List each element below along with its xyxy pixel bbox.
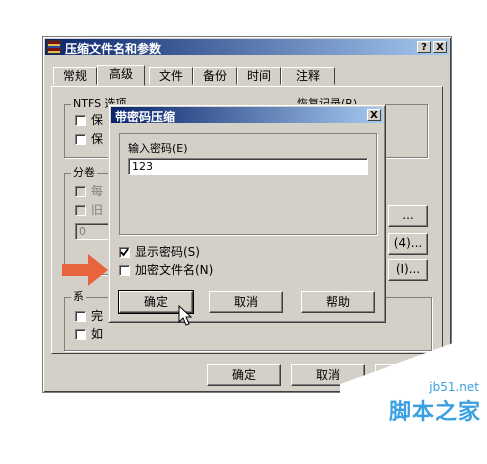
side-button-2[interactable]: (4)... — [388, 233, 428, 255]
side-button-3[interactable]: (I)... — [388, 259, 428, 281]
window-title-bar: 压缩文件名和参数 ? X — [45, 39, 449, 56]
tab-backup[interactable]: 备份 — [193, 67, 237, 85]
ntfs-option-1-label: 保 — [91, 113, 104, 127]
tab-comment[interactable]: 注释 — [281, 67, 335, 85]
ntfs-option-1-checkbox[interactable] — [75, 115, 86, 126]
ntfs-option-2-label: 保 — [91, 132, 104, 146]
password-input[interactable]: 123 — [128, 158, 368, 175]
system-option-1-label: 完 — [91, 309, 104, 323]
close-title-button[interactable]: X — [433, 41, 447, 53]
tab-general[interactable]: 常规 — [53, 67, 97, 85]
system-option-2-label: 如 — [91, 327, 104, 341]
winrar-app-icon — [47, 40, 61, 54]
window-title: 压缩文件名和参数 — [65, 42, 162, 56]
system-options-caption: 系 — [71, 290, 86, 304]
show-password-label: 显示密码(S) — [135, 245, 200, 259]
encrypt-filenames-checkbox[interactable] — [119, 265, 130, 276]
show-password-checkbox[interactable] — [119, 247, 130, 258]
dialog-close-button[interactable]: X — [367, 109, 381, 121]
split-option-2-label: 旧 — [91, 203, 104, 217]
mouse-cursor-icon — [178, 305, 193, 326]
dialog-cancel-button[interactable]: 取消 — [209, 291, 283, 313]
help-title-button[interactable]: ? — [417, 41, 431, 53]
password-label: 输入密码(E) — [128, 142, 188, 155]
side-button-1[interactable]: ... — [388, 205, 428, 227]
watermark-url: jb51.net — [429, 380, 479, 394]
main-ok-button[interactable]: 确定 — [207, 364, 281, 386]
dialog-title-bar: 带密码压缩 X — [111, 107, 383, 124]
split-option-1-checkbox[interactable] — [75, 186, 86, 197]
tab-advanced[interactable]: 高级 — [97, 65, 145, 86]
system-option-2-checkbox[interactable] — [75, 329, 86, 340]
encrypt-filenames-label: 加密文件名(N) — [135, 263, 214, 277]
watermark-site-name: 脚本之家 — [388, 400, 481, 425]
split-volume-caption: 分卷 — [71, 166, 97, 180]
checkmark-icon — [120, 248, 129, 257]
dialog-help-button[interactable]: 帮助 — [301, 291, 375, 313]
password-dialog: 带密码压缩 X 输入密码(E) 123 显示密码(S) 加密文件名(N) 确定 … — [108, 104, 386, 326]
split-option-1-label: 每 — [91, 184, 104, 198]
split-option-2-checkbox[interactable] — [75, 205, 86, 216]
password-entry-group: 输入密码(E) 123 — [119, 133, 377, 235]
tab-time[interactable]: 时间 — [237, 67, 281, 85]
pointer-arrow-icon — [62, 254, 108, 286]
dialog-title: 带密码压缩 — [115, 110, 176, 124]
system-option-1-checkbox[interactable] — [75, 311, 86, 322]
ntfs-option-2-checkbox[interactable] — [75, 134, 86, 145]
tab-files[interactable]: 文件 — [149, 67, 193, 85]
